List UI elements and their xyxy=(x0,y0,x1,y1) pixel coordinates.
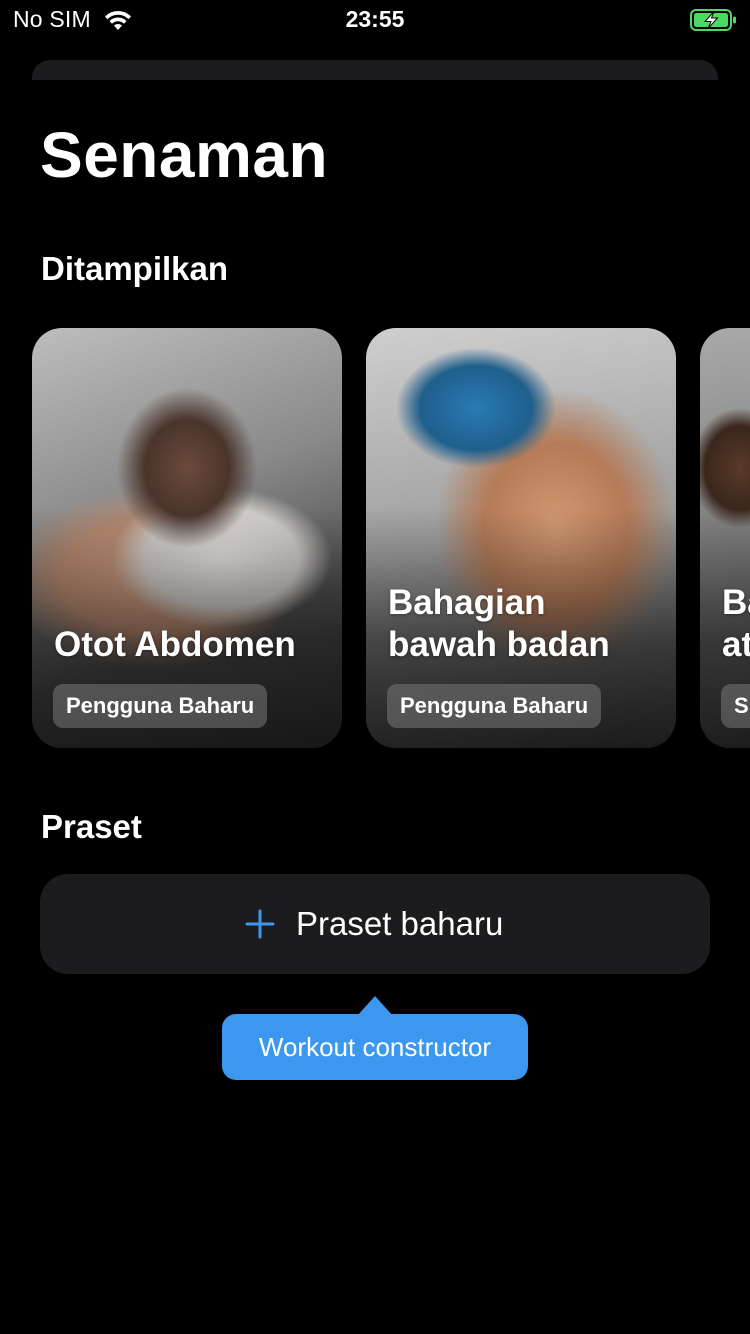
level-badge: Pengguna Baharu xyxy=(53,684,268,728)
new-preset-button[interactable]: Praset baharu xyxy=(40,874,710,974)
card-title: Otot Abdomen xyxy=(54,625,296,664)
workout-card-lower-body[interactable]: Bahagian bawah badan Pengguna Baharu xyxy=(366,328,676,748)
new-preset-label: Praset baharu xyxy=(296,905,504,942)
sheet-background xyxy=(0,80,750,120)
featured-carousel[interactable]: Otot Abdomen Pengguna Baharu Bahagian ba… xyxy=(0,328,750,748)
tooltip-arrow xyxy=(357,996,393,1016)
battery-charging-icon xyxy=(690,9,736,31)
workout-card-abs[interactable]: Otot Abdomen Pengguna Baharu xyxy=(32,328,342,748)
card-title: Bahagian bawah badan xyxy=(388,583,610,664)
workout-card-partial[interactable]: Ba at S xyxy=(700,328,750,748)
card-title: Ba at xyxy=(722,583,750,664)
featured-heading: Ditampilkan xyxy=(41,250,229,287)
presets-heading: Praset xyxy=(41,808,142,845)
plus-icon xyxy=(245,909,275,939)
level-badge: Pengguna Baharu xyxy=(387,684,602,728)
workout-constructor-tooltip[interactable]: Workout constructor xyxy=(222,1014,528,1080)
level-badge: S xyxy=(721,684,750,728)
status-bar: No SIM 23:55 xyxy=(0,0,750,40)
clock: 23:55 xyxy=(345,6,405,32)
page-title: Senaman xyxy=(40,119,329,191)
screen: No SIM 23:55 Senaman Ditampilkan Otot Ab… xyxy=(0,0,750,1334)
